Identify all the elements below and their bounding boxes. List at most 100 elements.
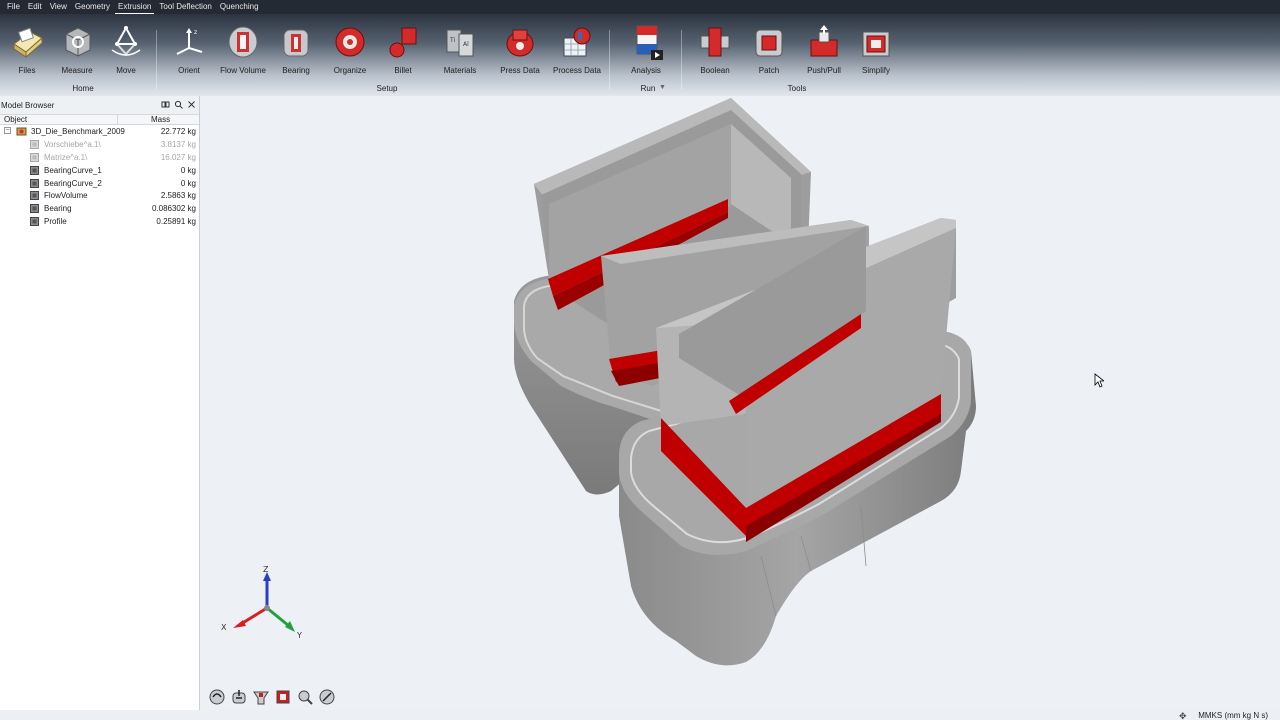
- bearing-button[interactable]: Bearing: [268, 24, 324, 75]
- patch-label: Patch: [758, 66, 780, 75]
- process-data-label: Process Data: [552, 66, 602, 75]
- billet-button[interactable]: Billet: [375, 24, 431, 75]
- tree-item-mass: 0.086302 kg: [151, 204, 196, 214]
- tree-item[interactable]: BearingCurve_1 0 kg: [0, 164, 199, 177]
- part-icon: [30, 217, 39, 227]
- svg-text:z: z: [194, 29, 197, 36]
- boolean-icon: [700, 27, 730, 57]
- measure-button[interactable]: Measure: [49, 24, 105, 75]
- tree-item-mass: 0 kg: [180, 165, 196, 175]
- process-data-button[interactable]: Process Data: [549, 24, 605, 75]
- menu-edit[interactable]: Edit: [25, 0, 45, 14]
- orient-label: Orient: [178, 66, 200, 75]
- run-dropdown-icon[interactable]: ▼: [659, 84, 666, 91]
- units-settings-icon[interactable]: ✥: [1179, 711, 1187, 720]
- simplify-button[interactable]: Simplify: [848, 24, 904, 75]
- tree-item[interactable]: BearingCurve_2 0 kg: [0, 177, 199, 190]
- close-icon[interactable]: [187, 100, 196, 109]
- 3d-viewport[interactable]: Z X Y: [201, 96, 1280, 710]
- billet-icon: [389, 27, 417, 58]
- organize-button[interactable]: Organize: [322, 24, 378, 75]
- ribbon-toolbar: Files Measure Move z Orient Flow Volume …: [0, 14, 1280, 96]
- tree-item-name: Matrize^a.1\: [44, 152, 88, 162]
- menu-tool-deflection[interactable]: Tool Deflection: [156, 0, 214, 14]
- collapse-icon[interactable]: −: [4, 127, 11, 134]
- patch-icon: [755, 29, 783, 57]
- tree-item[interactable]: Matrize^a.1\ 16.027 kg: [0, 151, 199, 164]
- simplify-icon: [862, 31, 890, 57]
- tree-item-mass: 16.027 kg: [160, 152, 196, 162]
- tree-item[interactable]: Profile 0.25891 kg: [0, 215, 199, 228]
- menu-quenching[interactable]: Quenching: [217, 0, 262, 14]
- die-model[interactable]: [201, 96, 1280, 710]
- group-home-label: Home: [72, 84, 94, 93]
- materials-label: Materials: [443, 66, 477, 75]
- push-pull-icon: [810, 25, 838, 57]
- svg-text:Y: Y: [296, 631, 302, 640]
- fit-view-icon[interactable]: [274, 688, 292, 706]
- tree-item-mass: 2.5863 kg: [160, 191, 196, 201]
- orient-button[interactable]: z Orient: [161, 24, 217, 75]
- analysis-button[interactable]: Analysis: [618, 24, 674, 75]
- svg-text:X: X: [221, 623, 227, 632]
- bearing-icon: [283, 29, 309, 57]
- analysis-label: Analysis: [631, 66, 661, 75]
- axis-triad-icon: Z X Y: [221, 566, 302, 640]
- billet-label: Billet: [394, 66, 412, 75]
- menu-view[interactable]: View: [47, 0, 70, 14]
- group-tools-label: Tools: [787, 84, 807, 93]
- press-data-button[interactable]: Press Data: [492, 24, 548, 75]
- move-button[interactable]: Move: [98, 24, 154, 75]
- svg-text:Al: Al: [463, 41, 469, 48]
- search-icon[interactable]: [174, 100, 183, 109]
- flow-volume-icon: [228, 26, 258, 58]
- render-mode-icon[interactable]: [318, 688, 336, 706]
- tree-item-name: Bearing: [44, 204, 72, 214]
- press-data-label: Press Data: [500, 66, 540, 75]
- status-units[interactable]: MMKS (mm kg N s): [1198, 710, 1268, 720]
- measure-label: Measure: [61, 66, 93, 75]
- flow-volume-button[interactable]: Flow Volume: [215, 24, 271, 75]
- status-bar: ✥ MMKS (mm kg N s): [0, 710, 1280, 720]
- tree-item-name: BearingCurve_1: [44, 165, 102, 175]
- push-pull-button[interactable]: Push/Pull: [796, 24, 852, 75]
- menu-extrusion[interactable]: Extrusion: [115, 0, 155, 14]
- tree-item[interactable]: Vorschiebe^a.1\ 3.8137 kg: [0, 138, 199, 151]
- tree-item-name: FlowVolume: [44, 191, 88, 201]
- bearing-label: Bearing: [282, 66, 310, 75]
- section-view-icon[interactable]: [252, 688, 270, 706]
- part-icon: [30, 178, 39, 188]
- files-button[interactable]: Files: [0, 24, 55, 75]
- pan-view-icon[interactable]: [230, 688, 248, 706]
- zoom-view-icon[interactable]: [296, 688, 314, 706]
- boolean-button[interactable]: Boolean: [687, 24, 743, 75]
- part-icon: [30, 204, 39, 214]
- part-icon: [30, 165, 39, 175]
- press-data-icon: [506, 29, 534, 57]
- tree-item-name: Vorschiebe^a.1\: [44, 139, 101, 149]
- group-run-label: Run: [640, 84, 656, 93]
- patch-button[interactable]: Patch: [741, 24, 797, 75]
- files-icon: [13, 27, 43, 59]
- rotate-view-icon[interactable]: [208, 688, 226, 706]
- assembly-icon: [16, 127, 27, 136]
- part-icon: [30, 152, 39, 162]
- mouse-cursor-icon: [1094, 373, 1104, 388]
- materials-button[interactable]: Ti Al Materials: [432, 24, 488, 75]
- pin-icon[interactable]: [161, 100, 170, 109]
- tree-item[interactable]: Bearing 0.086302 kg: [0, 202, 199, 215]
- column-object[interactable]: Object: [0, 115, 118, 124]
- part-icon: [30, 191, 39, 201]
- tree-item-mass: 0 kg: [180, 178, 196, 188]
- tree-root-row[interactable]: − 3D_Die_Benchmark_2009 22.772 kg: [0, 125, 199, 138]
- boolean-label: Boolean: [700, 66, 730, 75]
- model-browser-header: Model Browser: [0, 96, 199, 114]
- menu-file[interactable]: File: [4, 0, 23, 14]
- move-label: Move: [116, 66, 136, 75]
- tree-item[interactable]: FlowVolume 2.5863 kg: [0, 189, 199, 202]
- model-browser-title: Model Browser: [1, 100, 55, 110]
- column-mass[interactable]: Mass: [118, 115, 199, 124]
- menu-geometry[interactable]: Geometry: [72, 0, 113, 14]
- model-browser-controls: [161, 100, 196, 109]
- organize-icon: [335, 27, 365, 57]
